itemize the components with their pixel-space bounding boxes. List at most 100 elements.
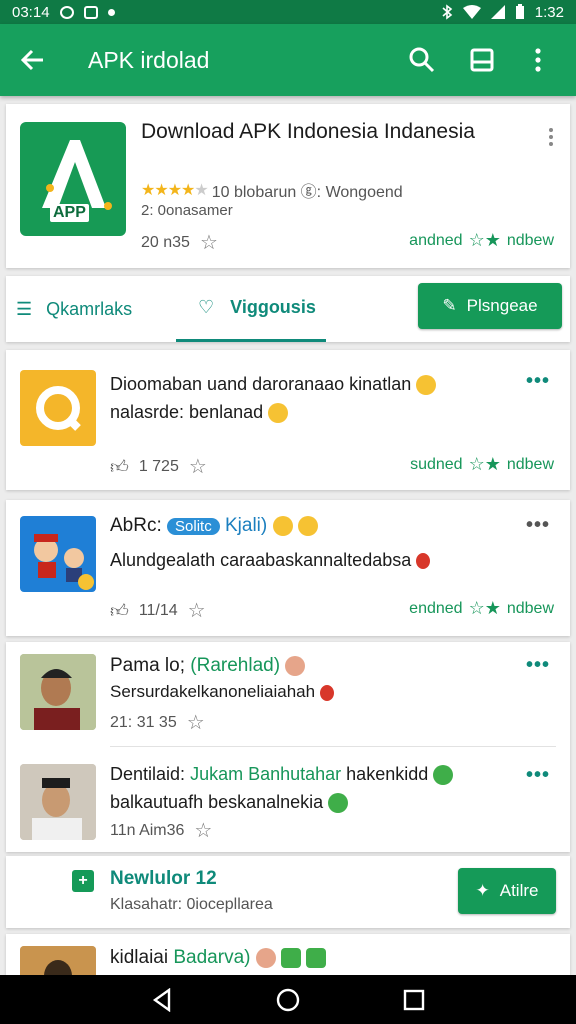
list-item[interactable]: kidlaiai Badarva) — [6, 934, 570, 975]
post-group-card: Pama lo; (Rarehlad) Sersurdakelkanonelia… — [6, 642, 570, 852]
post-text: Sersurdakelkanoneliaiahah — [110, 678, 540, 706]
tab-qkamrlaks[interactable]: ☰ Qkamrlaks — [6, 276, 176, 342]
like-count: 11/14 — [138, 601, 178, 619]
app-subtitle: 2: 0onasamer — [141, 202, 233, 219]
tab-label-1: Qkamrlaks — [46, 298, 133, 319]
post-line-2: balkautuafh beskanalnekia — [110, 792, 324, 812]
app-action[interactable]: andned ☆★ ndbew — [409, 230, 554, 251]
bluetooth-icon — [442, 4, 453, 20]
avatar — [20, 516, 96, 592]
post-line-1: Alundgealath caraabaskannaltedabsa — [110, 550, 412, 570]
primary-action-label: Plsngeae — [466, 296, 538, 315]
smile-emoji-icon — [416, 375, 437, 396]
star-icon: ☆★ — [468, 230, 501, 250]
green-badge-icon — [306, 947, 327, 968]
leaf-emoji-icon — [433, 765, 454, 786]
status-badge: Solitc — [167, 518, 220, 535]
back-button[interactable] — [10, 38, 54, 82]
like-icon[interactable]: 👍︎ — [110, 600, 129, 622]
post-time: 11n Aim36 — [110, 821, 185, 839]
list-item[interactable]: AbRc: Solitc Kjali) Alundgealath caraaba… — [6, 500, 570, 636]
more-dots-button[interactable]: ••• — [526, 654, 550, 677]
section-action-button[interactable]: ✦ Atilre — [458, 868, 556, 914]
section-subtitle: Klasahatr: 0iocepllarea — [110, 896, 273, 913]
app-header-card: APP Download APK Indonesia Indanesia ★★★… — [6, 104, 570, 268]
post-line-1: Sersurdakelkanoneliaiahah — [110, 682, 316, 701]
card-menu-button[interactable] — [548, 128, 554, 146]
author-name: AbRc: — [110, 515, 162, 536]
star-outline-icon[interactable]: ☆ — [188, 598, 206, 623]
app-icon[interactable]: APP — [20, 122, 126, 236]
app-title: Download APK Indonesia Indanesia — [141, 120, 475, 143]
post-line-2: nalasrde: benlanad — [110, 402, 264, 422]
bookmark-button[interactable] — [460, 38, 504, 82]
more-vert-icon — [535, 48, 541, 72]
more-dots-button[interactable]: ••• — [526, 370, 550, 393]
star-outline-icon[interactable]: ☆ — [200, 230, 218, 255]
app-action-suffix: ndbew — [506, 231, 554, 249]
heart-icon: ♡ — [198, 297, 215, 317]
star-outline-icon[interactable]: ☆ — [194, 818, 212, 843]
post-text: Alundgealath caraabaskannaltedabsa — [110, 546, 540, 574]
like-icon[interactable]: 👍︎ — [110, 456, 129, 478]
nav-home-icon[interactable] — [276, 988, 300, 1012]
author-name: Pama lo; — [110, 655, 185, 676]
nav-back-icon[interactable] — [151, 987, 173, 1012]
post-meta: 👍︎ 11/14 ☆ — [110, 598, 206, 623]
more-dots-button[interactable]: ••• — [526, 514, 550, 537]
cartoon-avatar-icon — [34, 534, 94, 590]
star-outline-icon[interactable]: ☆ — [189, 454, 207, 479]
like-count: 1 725 — [138, 457, 179, 475]
tab-label-2: Viggousis — [230, 297, 316, 317]
star-icon: ☆★ — [468, 598, 501, 618]
post-action[interactable]: sudned ☆★ ndbew — [410, 454, 554, 475]
tabs-bar: ☰ Qkamrlaks ♡ Viggousis ✎ Plsngeae — [6, 276, 570, 342]
new-section-card: + Newlulor 12 Klasahatr: 0iocepllarea ✦ … — [6, 856, 570, 928]
post-action-suffix: ndbew — [506, 455, 554, 473]
post-header: Pama lo; (Rarehlad) — [110, 652, 540, 680]
emoji-icon — [272, 515, 293, 536]
post-meta: 👍︎ 1 725 ☆ — [110, 454, 207, 479]
status-time-left: 03:14 — [12, 3, 50, 21]
post-header: AbRc: Solitc Kjali) — [110, 512, 540, 541]
post-action-suffix: ndbew — [506, 599, 554, 617]
app-icon-label: APP — [50, 204, 89, 222]
list-item[interactable]: Dioomaban uand daroranaao kinatlan nalas… — [6, 350, 570, 490]
status-time-right: 1:32 — [534, 3, 564, 21]
gallery-icon — [83, 5, 98, 19]
author-extra: Jukam Banhutahar — [190, 764, 342, 784]
person-photo-icon — [20, 946, 96, 975]
app-meta-text: 20 n35 — [141, 233, 190, 251]
green-badge-icon — [281, 947, 302, 968]
post-meta: 21: 31 35 ☆ — [110, 710, 205, 735]
post-time: 21: 31 35 — [110, 713, 177, 731]
more-options-button[interactable] — [516, 38, 560, 82]
bookmark-icon — [470, 48, 494, 72]
star-outline-icon[interactable]: ☆ — [187, 710, 205, 735]
dot-icon — [107, 8, 115, 16]
author-extra: Badarva) — [173, 947, 251, 968]
post-text: Dentilaid: Jukam Banhutahar hakenkidd ba… — [110, 760, 540, 816]
avatar — [20, 946, 96, 975]
post-action-label: sudned — [410, 455, 463, 473]
system-nav-bar — [0, 975, 576, 1024]
nav-recents-icon[interactable] — [403, 989, 425, 1011]
person-photo-icon — [20, 764, 96, 840]
avatar — [20, 654, 96, 730]
section-action-label: Atilre — [499, 881, 539, 900]
smile-emoji-icon — [297, 515, 318, 536]
search-icon — [409, 47, 435, 73]
app-avatar — [20, 370, 96, 446]
post-text: Dioomaban uand daroranaao kinatlan nalas… — [110, 370, 540, 426]
post-action-label: endned — [409, 599, 463, 617]
author-name: Dentilaid: — [110, 764, 186, 784]
search-button[interactable] — [400, 38, 444, 82]
avatar — [20, 764, 96, 840]
more-dots-button[interactable]: ••• — [526, 764, 550, 787]
tab-viggousis[interactable]: ♡ Viggousis — [176, 276, 326, 342]
smile-emoji-icon — [268, 403, 289, 424]
post-header: kidlaiai Badarva) — [110, 944, 540, 972]
primary-action-button[interactable]: ✎ Plsngeae — [418, 283, 562, 329]
page-title: APK irdolad — [88, 46, 210, 73]
post-action[interactable]: endned ☆★ ndbew — [409, 598, 554, 619]
